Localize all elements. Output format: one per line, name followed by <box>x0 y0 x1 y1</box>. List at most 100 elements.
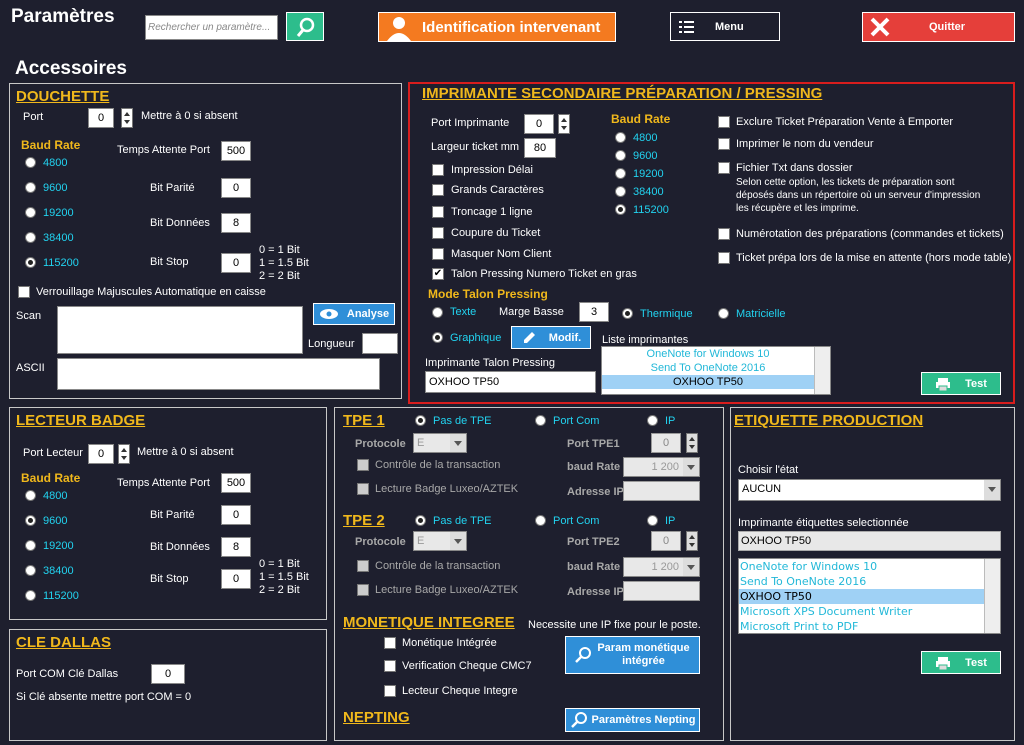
tpe1-baud-select[interactable]: 1 200 <box>623 457 700 477</box>
tpe2-ip-radio[interactable] <box>647 515 658 526</box>
tpe1-adresse-input[interactable] <box>623 481 700 501</box>
monetique-opt-0-checkbox[interactable] <box>384 637 396 649</box>
etiquette-imp-input[interactable]: OXHOO TP50 <box>738 531 1001 551</box>
douchette-baud-115200-radio[interactable] <box>25 257 36 268</box>
tpe2-protocole-select[interactable]: E <box>413 531 467 551</box>
etiquette-liste[interactable]: OneNote for Windows 10 Send To OneNote 2… <box>738 558 1001 634</box>
imp-opt-3-checkbox[interactable] <box>432 227 444 239</box>
imp-opt-4-checkbox[interactable] <box>432 248 444 260</box>
tpe2-pas-radio[interactable] <box>415 515 426 526</box>
nepting-button[interactable]: Paramètres Nepting <box>565 708 700 732</box>
tpe2-portcom-radio[interactable] <box>535 515 546 526</box>
talon-input[interactable]: OXHOO TP50 <box>425 371 596 393</box>
dallas-port-input[interactable]: 0 <box>151 664 185 684</box>
etiquette-liste-item-3[interactable]: Microsoft XPS Document Writer <box>739 604 1000 619</box>
badge-baud-38400-radio[interactable] <box>25 565 36 576</box>
texte-radio[interactable] <box>432 307 443 318</box>
quit-button[interactable]: Quitter <box>862 12 1015 42</box>
badge-baud-115200-radio[interactable] <box>25 590 36 601</box>
douchette-stop-input[interactable]: 0 <box>221 253 251 273</box>
imp-largeur-input[interactable]: 80 <box>524 138 556 158</box>
tpe2-port-input[interactable]: 0 <box>651 531 681 551</box>
douchette-parite-input[interactable]: 0 <box>221 178 251 198</box>
imp-port-spinner[interactable] <box>558 114 570 134</box>
tpe2-port-spinner[interactable] <box>686 531 698 551</box>
imp-baud-9600-radio[interactable] <box>615 150 626 161</box>
imp-liste-item-2[interactable]: OXHOO TP50 <box>602 375 814 389</box>
thermique-radio[interactable] <box>622 308 633 319</box>
search-input[interactable]: Rechercher un paramètre... <box>145 15 278 40</box>
tpe2-controle-checkbox[interactable] <box>357 560 369 572</box>
ascii-input[interactable] <box>57 358 380 390</box>
scan-textarea[interactable] <box>57 306 303 354</box>
mise-attente-checkbox[interactable] <box>718 252 730 264</box>
monetique-opt-2-checkbox[interactable] <box>384 685 396 697</box>
modif-button[interactable]: Modif. <box>511 326 591 349</box>
imp-opt-2-checkbox[interactable] <box>432 206 444 218</box>
menu-button[interactable]: Menu <box>670 12 780 41</box>
douchette-port-input[interactable]: 0 <box>88 108 114 128</box>
tpe1-pas-radio[interactable] <box>415 415 426 426</box>
douchette-baud-19200-radio[interactable] <box>25 207 36 218</box>
douchette-temps-input[interactable]: 500 <box>221 141 251 161</box>
graphique-radio[interactable] <box>432 332 443 343</box>
numerotation-checkbox[interactable] <box>718 228 730 240</box>
douchette-baud-4800-radio[interactable] <box>25 157 36 168</box>
search-button[interactable] <box>286 12 324 41</box>
matricielle-radio[interactable] <box>718 308 729 319</box>
etiquette-liste-item-4[interactable]: Microsoft Print to PDF <box>739 619 1000 633</box>
imp-port-input[interactable]: 0 <box>524 114 554 134</box>
imp-liste-scrollbar[interactable] <box>814 347 830 394</box>
badge-baud-4800-radio[interactable] <box>25 490 36 501</box>
badge-stop-input[interactable]: 0 <box>221 569 251 589</box>
monetique-opt-1-checkbox[interactable] <box>384 660 396 672</box>
tpe1-ip-radio[interactable] <box>647 415 658 426</box>
imp-liste[interactable]: OneNote for Windows 10 Send To OneNote 2… <box>601 346 831 395</box>
tpe2-lecture-checkbox[interactable] <box>357 584 369 596</box>
douchette-baud-38400-radio[interactable] <box>25 232 36 243</box>
longueur-input[interactable] <box>362 333 398 354</box>
imp-baud-4800-radio[interactable] <box>615 132 626 143</box>
imp-baud-19200-radio[interactable] <box>615 168 626 179</box>
douchette-baud-9600-radio[interactable] <box>25 182 36 193</box>
tpe1-controle-checkbox[interactable] <box>357 459 369 471</box>
etiquette-liste-scrollbar[interactable] <box>984 559 1000 633</box>
tpe1-protocole-select[interactable]: E <box>413 433 467 453</box>
imp-liste-item-0[interactable]: OneNote for Windows 10 <box>602 347 830 361</box>
imp-baud-38400-radio[interactable] <box>615 186 626 197</box>
douchette-port-spinner[interactable] <box>121 108 133 128</box>
analyse-button[interactable]: Analyse <box>313 303 395 325</box>
etat-select[interactable]: AUCUN <box>738 479 1001 501</box>
imp-opt-1-checkbox[interactable] <box>432 184 444 196</box>
douchette-verrou-checkbox[interactable] <box>18 286 30 298</box>
tpe1-lecture-checkbox[interactable] <box>357 483 369 495</box>
etiquette-test-button[interactable]: Test <box>921 651 1001 674</box>
imp-opt-5-checkbox[interactable]: ✔ <box>432 268 444 280</box>
badge-port-input[interactable]: 0 <box>88 444 114 464</box>
etiquette-liste-item-0[interactable]: OneNote for Windows 10 <box>739 559 1000 574</box>
imp-baud-115200-radio[interactable] <box>615 204 626 215</box>
imp-right-1-checkbox[interactable] <box>718 138 730 150</box>
tpe1-portcom-radio[interactable] <box>535 415 546 426</box>
badge-donnees-input[interactable]: 8 <box>221 537 251 557</box>
badge-temps-input[interactable]: 500 <box>221 473 251 493</box>
badge-parite-input[interactable]: 0 <box>221 505 251 525</box>
imp-opt-0-checkbox[interactable] <box>432 164 444 176</box>
badge-baud-19200-radio[interactable] <box>25 540 36 551</box>
imp-test-button[interactable]: Test <box>921 372 1001 395</box>
marge-input[interactable]: 3 <box>579 302 609 322</box>
etiquette-liste-item-2[interactable]: OXHOO TP50 <box>739 589 984 604</box>
tpe1-port-input[interactable]: 0 <box>651 433 681 453</box>
identification-button[interactable]: Identification intervenant <box>378 12 616 42</box>
badge-baud-9600-radio[interactable] <box>25 515 36 526</box>
imp-right-2-checkbox[interactable] <box>718 162 730 174</box>
imp-liste-item-1[interactable]: Send To OneNote 2016 <box>602 361 830 375</box>
badge-port-spinner[interactable] <box>118 444 130 464</box>
imp-right-0-checkbox[interactable] <box>718 116 730 128</box>
tpe1-port-spinner[interactable] <box>686 433 698 453</box>
etiquette-liste-item-1[interactable]: Send To OneNote 2016 <box>739 574 1000 589</box>
tpe2-adresse-input[interactable] <box>623 581 700 601</box>
param-monetique-button[interactable]: Param monétique intégrée <box>565 636 700 674</box>
tpe2-baud-select[interactable]: 1 200 <box>623 557 700 577</box>
douchette-donnees-input[interactable]: 8 <box>221 213 251 233</box>
